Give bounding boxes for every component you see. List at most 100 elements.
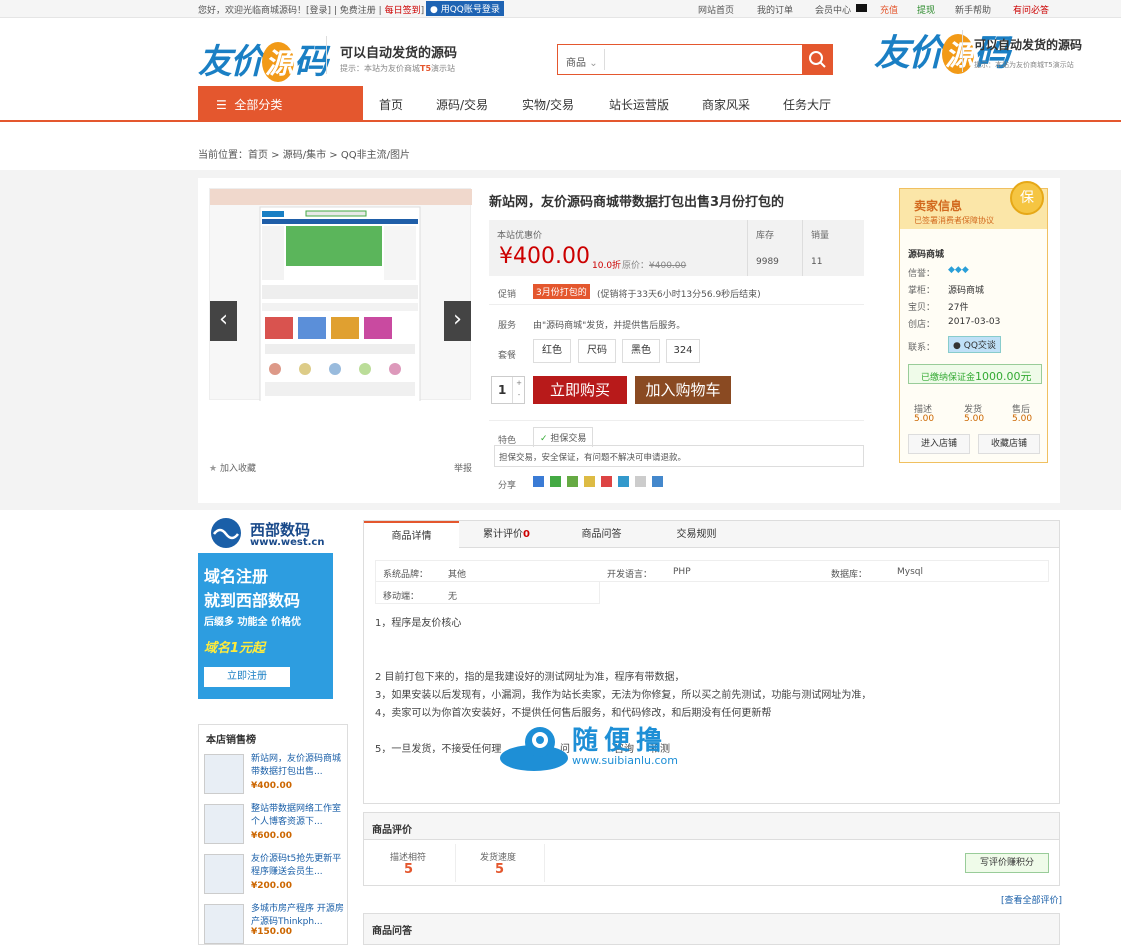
cloud-icon: [500, 727, 568, 771]
spec-key: 数据库：: [831, 570, 868, 580]
item-title[interactable]: 多城市房产程序 开源房产源码Thinkph...: [251, 903, 345, 929]
sales-rank-panel: 本店销售榜 新站网，友价源码商城带数据打包出售... ¥400.00 整站带数据网…: [198, 724, 348, 945]
search-type-select[interactable]: 商品 ⌄: [566, 54, 598, 69]
tab-rules[interactable]: 交易规则: [649, 521, 744, 549]
list-item[interactable]: 多城市房产程序 开源房产源码Thinkph... ¥150.00: [199, 899, 347, 949]
nav-item-merchants[interactable]: 商家风采: [702, 96, 750, 113]
spec-key: 移动端：: [383, 592, 420, 602]
sign-in-link[interactable]: 每日签到: [385, 6, 421, 16]
west-logo-icon: [211, 518, 241, 548]
prev-image-button[interactable]: ‹: [210, 301, 237, 341]
product-gallery: ‹ ›: [209, 188, 472, 408]
stock-label: 库存: [756, 231, 775, 241]
share-plus-icon[interactable]: [533, 476, 544, 487]
buy-now-button[interactable]: 立即购买: [533, 376, 627, 404]
promo-label: 促销: [498, 290, 517, 300]
all-categories-button[interactable]: ☰ 全部分类: [198, 86, 363, 122]
qq-login-button[interactable]: ● 用QQ账号登录: [426, 1, 504, 16]
chevron-left-icon: ‹: [219, 307, 228, 332]
option-red[interactable]: 红色: [533, 339, 571, 363]
spec-key: 系统品牌：: [383, 570, 429, 580]
quantity-arrows[interactable]: + -: [512, 377, 525, 403]
renren-icon[interactable]: [652, 476, 663, 487]
nav-item-tasks[interactable]: 任务大厅: [783, 96, 831, 113]
search-icon: [809, 51, 826, 68]
member-center-link[interactable]: 会员中心: [815, 3, 851, 16]
spec-value: Mysql: [897, 567, 923, 577]
spec-row: [375, 560, 1049, 582]
search-input[interactable]: [606, 46, 800, 73]
home-link[interactable]: 网站首页: [698, 3, 734, 16]
price-value: ¥400.00: [499, 244, 590, 269]
promo-tag: 3月份打包的: [533, 284, 590, 299]
favorite-link[interactable]: ★ 加入收藏: [209, 461, 256, 474]
write-review-button[interactable]: 写评价赚积分: [965, 853, 1049, 873]
detail-paragraph: 4，卖家可以为你首次安装好，不提供任何售后服务，和代码修改，和后期没有任何更新帮: [375, 708, 772, 719]
qq-chat-button[interactable]: ● QQ交谈: [948, 336, 1001, 353]
thumbnail: [204, 854, 244, 894]
open-label: 创店：: [908, 320, 936, 330]
add-to-cart-button[interactable]: 加入购物车: [635, 376, 731, 404]
west-logo[interactable]: [208, 516, 244, 553]
qq-icon[interactable]: [584, 476, 595, 487]
spec-value: 无: [448, 592, 458, 602]
nav-item-source[interactable]: 源码/交易: [436, 96, 488, 113]
service-label: 服务: [498, 321, 517, 331]
item-title[interactable]: 友价源码t5抢先更新平程序赚送会员生...: [251, 853, 345, 879]
feature-tag[interactable]: ✓ 担保交易: [533, 427, 594, 447]
item-title[interactable]: 整站带数据网络工作室个人博客资源下...: [251, 803, 345, 829]
option-black[interactable]: 黑色: [622, 339, 660, 363]
nav-item-home[interactable]: 首页: [379, 96, 403, 113]
list-item[interactable]: 新站网，友价源码商城带数据打包出售... ¥400.00: [199, 749, 347, 799]
site-logo[interactable]: 友价 源码: [198, 34, 328, 83]
nav-item-physical[interactable]: 实物/交易: [522, 96, 574, 113]
welcome-text: 您好，欢迎光临商城源码！[登录] | 免费注册 | 每日签到]: [198, 6, 425, 16]
tab-qa[interactable]: 商品问答: [554, 521, 649, 549]
orders-link[interactable]: 我的订单: [757, 3, 793, 16]
right-tip: 提示：本站为友价商城T5演示站: [974, 61, 1074, 69]
seller-info-panel: 卖家信息 已签署消费者保障协议 保 源码商城 信誉： ◆◆◆ 掌柜： 源码商城 …: [899, 181, 1048, 463]
option-size[interactable]: 尺码: [578, 339, 616, 363]
logo-divider: [326, 36, 327, 74]
discount: 10.0折: [592, 261, 622, 271]
collect-shop-button[interactable]: 收藏店铺: [978, 434, 1040, 454]
domain-ad-banner[interactable]: 域名注册 就到西部数码 后缀多 功能全 价格优 域名1元起 立即注册: [198, 553, 333, 699]
register-now-button[interactable]: 立即注册: [204, 667, 290, 687]
wechat-icon[interactable]: [550, 476, 561, 487]
tab-details[interactable]: 商品详情: [364, 521, 459, 549]
qzone-icon[interactable]: [567, 476, 578, 487]
withdraw-link[interactable]: 提现: [917, 3, 935, 16]
enter-shop-button[interactable]: 进入店铺: [908, 434, 970, 454]
option-324[interactable]: 324: [666, 339, 700, 363]
desc-score: 5.00: [914, 414, 935, 424]
nav-item-webmaster[interactable]: 站长运营版: [609, 96, 669, 113]
price-box: 本站优惠价 ¥400.00 10.0折 原价：¥400.00 库存 9989 销…: [489, 220, 864, 276]
chevron-right-icon: ›: [453, 307, 462, 332]
dropdown-square-icon[interactable]: [856, 4, 867, 12]
list-item[interactable]: 整站带数据网络工作室个人博客资源下... ¥600.00: [199, 799, 347, 849]
quantity-stepper[interactable]: 1 + -: [491, 376, 525, 404]
register-link[interactable]: 免费注册: [340, 6, 376, 16]
faq-link[interactable]: 有问必答: [1013, 3, 1049, 16]
help-link[interactable]: 新手帮助: [955, 3, 991, 16]
tab-reviews[interactable]: 累计评价0: [459, 521, 554, 549]
items-label: 宝贝：: [908, 303, 936, 313]
spec-value: 其他: [448, 570, 467, 580]
sales-value: 11: [811, 257, 823, 267]
login-link[interactable]: 登录: [310, 6, 328, 16]
weibo-icon[interactable]: [601, 476, 612, 487]
quantity-value[interactable]: 1: [498, 383, 506, 397]
next-image-button[interactable]: ›: [444, 301, 471, 341]
list-item[interactable]: 友价源码t5抢先更新平程序赚送会员生... ¥200.00: [199, 849, 347, 899]
detail-paragraph: 2 目前打包下来的，指的是我建设好的测试网址为准，程序有带数据，: [375, 672, 685, 683]
report-link[interactable]: 举报: [454, 461, 472, 474]
tencent-icon[interactable]: [618, 476, 629, 487]
search-button[interactable]: [802, 44, 833, 75]
check-icon: ✓: [540, 434, 548, 444]
item-title[interactable]: 新站网，友价源码商城带数据打包出售...: [251, 753, 345, 779]
all-reviews-link[interactable]: [查看全部评价]: [1001, 893, 1062, 906]
recharge-link[interactable]: 充值: [880, 3, 898, 16]
shop-name[interactable]: 源码商城: [908, 247, 944, 260]
chevron-down-icon: ⌄: [589, 58, 598, 69]
copy-icon[interactable]: [635, 476, 646, 487]
